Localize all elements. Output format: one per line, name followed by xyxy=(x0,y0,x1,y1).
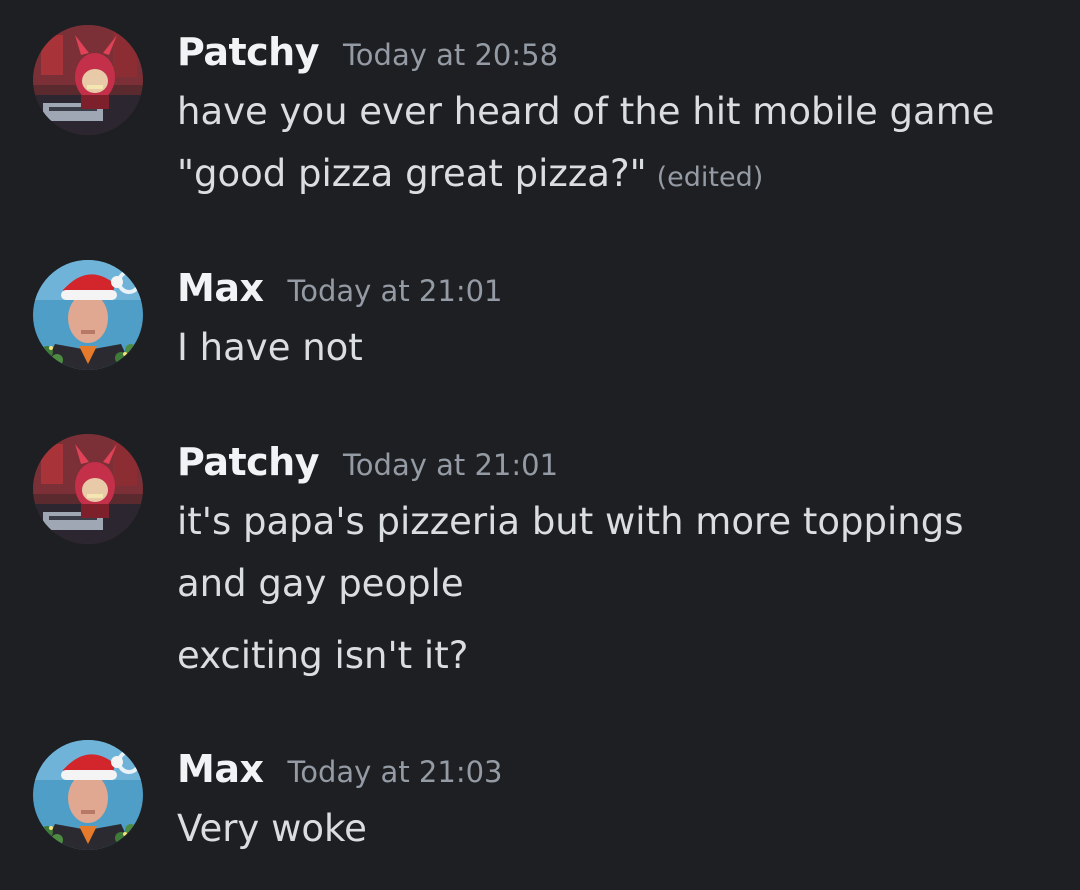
message-text: exciting isn't it? xyxy=(177,634,469,677)
username[interactable]: Max xyxy=(177,266,264,310)
santa-hat-man-avatar-icon xyxy=(33,260,143,370)
message-header: Patchy Today at 21:01 xyxy=(177,440,558,490)
timestamp[interactable]: Today at 21:03 xyxy=(287,755,502,789)
message-header: Patchy Today at 20:58 xyxy=(177,30,558,80)
avatar[interactable] xyxy=(33,260,143,370)
avatar[interactable] xyxy=(33,25,143,135)
username[interactable]: Patchy xyxy=(177,440,320,484)
message-header: Max Today at 21:03 xyxy=(177,747,503,797)
timestamp[interactable]: Today at 21:01 xyxy=(343,448,558,482)
avatar[interactable] xyxy=(33,434,143,544)
timestamp[interactable]: Today at 21:01 xyxy=(287,274,502,308)
username[interactable]: Patchy xyxy=(177,30,320,74)
username[interactable]: Max xyxy=(177,747,264,791)
message-text: it's papa's pizzeria but with more toppi… xyxy=(177,500,964,543)
message-text: have you ever heard of the hit mobile ga… xyxy=(177,90,995,133)
timestamp[interactable]: Today at 20:58 xyxy=(343,38,558,72)
message-text-line: "good pizza great pizza?" (edited) xyxy=(177,152,763,195)
chat-message-list: Patchy Today at 20:58 have you ever hear… xyxy=(0,0,1080,890)
message-text: Very woke xyxy=(177,807,367,850)
message-text: I have not xyxy=(177,326,363,369)
demon-character-avatar-icon xyxy=(33,434,143,544)
message-header: Max Today at 21:01 xyxy=(177,266,503,316)
avatar[interactable] xyxy=(33,740,143,850)
message-text: and gay people xyxy=(177,562,464,605)
edited-label: (edited) xyxy=(656,162,764,193)
santa-hat-man-avatar-icon xyxy=(33,740,143,850)
message-text: "good pizza great pizza?" xyxy=(177,152,647,195)
demon-character-avatar-icon xyxy=(33,25,143,135)
